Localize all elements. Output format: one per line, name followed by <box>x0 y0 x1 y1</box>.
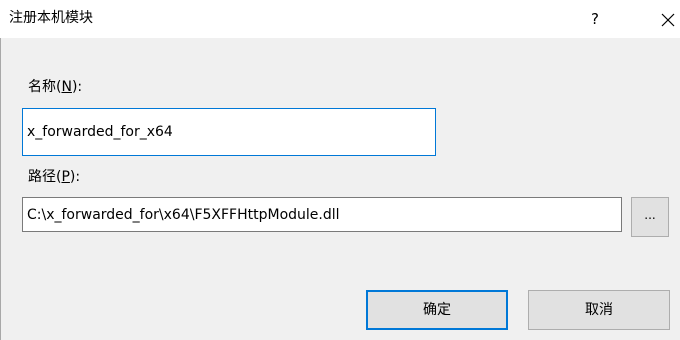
name-label-suffix: ): <box>71 79 83 95</box>
name-label-access-key: N <box>61 79 72 95</box>
path-label-prefix: 路径( <box>28 169 62 185</box>
name-label: 名称(N): <box>28 78 82 96</box>
path-label-suffix: ): <box>69 169 81 185</box>
name-input[interactable] <box>22 108 436 156</box>
path-label-access-key: P <box>61 169 70 185</box>
close-icon <box>661 13 675 27</box>
browse-button[interactable]: ... <box>631 197 669 237</box>
help-button[interactable]: ? <box>580 4 610 34</box>
cancel-button[interactable]: 取消 <box>528 290 670 330</box>
path-input[interactable] <box>22 197 622 232</box>
title-bar[interactable]: 注册本机模块 ? <box>0 0 680 38</box>
path-label: 路径(P): <box>28 168 80 186</box>
close-button[interactable] <box>658 4 680 34</box>
register-native-module-dialog: 注册本机模块 ? 名称(N): 路径(P): ... 确定 取消 <box>0 0 680 340</box>
dialog-title: 注册本机模块 <box>9 10 93 26</box>
name-label-prefix: 名称( <box>28 79 62 95</box>
ok-button[interactable]: 确定 <box>366 290 508 330</box>
